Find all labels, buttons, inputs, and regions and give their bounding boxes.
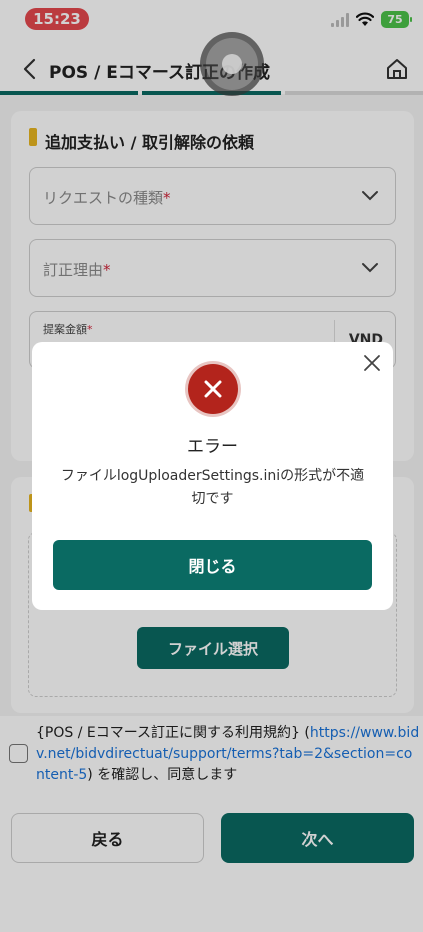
error-dialog: エラー ファイルlogUploaderSettings.iniの形式が不適切です…: [32, 342, 393, 610]
dialog-message: ファイルlogUploaderSettings.iniの形式が不適切です: [60, 468, 365, 507]
dialog-title: エラー: [187, 437, 238, 457]
close-dialog-button[interactable]: 閉じる: [53, 540, 372, 590]
error-icon: [188, 364, 238, 414]
close-icon[interactable]: [361, 352, 383, 374]
